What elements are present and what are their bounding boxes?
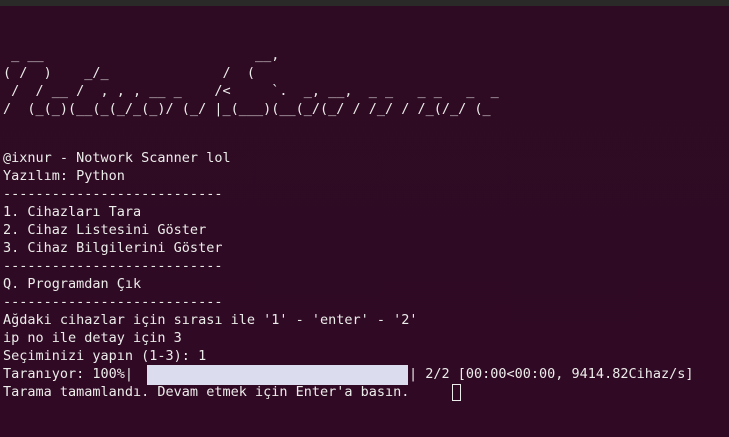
- progress-bar: [147, 365, 408, 385]
- banner-line-3: / / __ / , , , __ _ /< `. _, __, _ _ _ _…: [3, 83, 499, 99]
- terminal-window[interactable]: _ __ __, ( / ) _/_ / ( / / __ / , , , __…: [0, 6, 729, 437]
- banner-line-4: / (_(_)(__(_(_/_(_)/ (_/ |_(___)(__(_/(_…: [3, 101, 491, 117]
- language-line: Yazılım: Python: [3, 168, 125, 184]
- text-cursor: [452, 384, 461, 401]
- separator-line: ---------------------------: [3, 186, 223, 202]
- menu-option-quit: Q. Programdan Çık: [3, 276, 142, 292]
- completion-message: Tarama tamamlandı. Devam etmek için Ente…: [3, 384, 410, 400]
- progress-label: Taranıyor: 100%|: [3, 366, 134, 382]
- selection-prompt-line: Seçiminizi yapın (1-3): 1: [3, 348, 207, 364]
- menu-option-info: 3. Cihaz Bilgilerini Göster: [3, 240, 223, 256]
- progress-stats: | 2/2 [00:00<00:00, 9414.82Cihaz/s]: [409, 366, 694, 382]
- author-line: @ixnur - Notwork Scanner lol: [3, 150, 231, 166]
- banner-line-1: _ __ __,: [3, 47, 280, 63]
- instruction-line: Ağdaki cihazlar için sırası ile '1' - 'e…: [3, 312, 418, 328]
- separator-line: ---------------------------: [3, 294, 223, 310]
- detail-hint-line: ip no ile detay için 3: [3, 330, 182, 346]
- menu-option-list: 2. Cihaz Listesini Göster: [3, 222, 207, 238]
- banner-line-2: ( / ) _/_ / (: [3, 65, 255, 81]
- separator-line: ---------------------------: [3, 258, 223, 274]
- menu-option-scan: 1. Cihazları Tara: [3, 204, 142, 220]
